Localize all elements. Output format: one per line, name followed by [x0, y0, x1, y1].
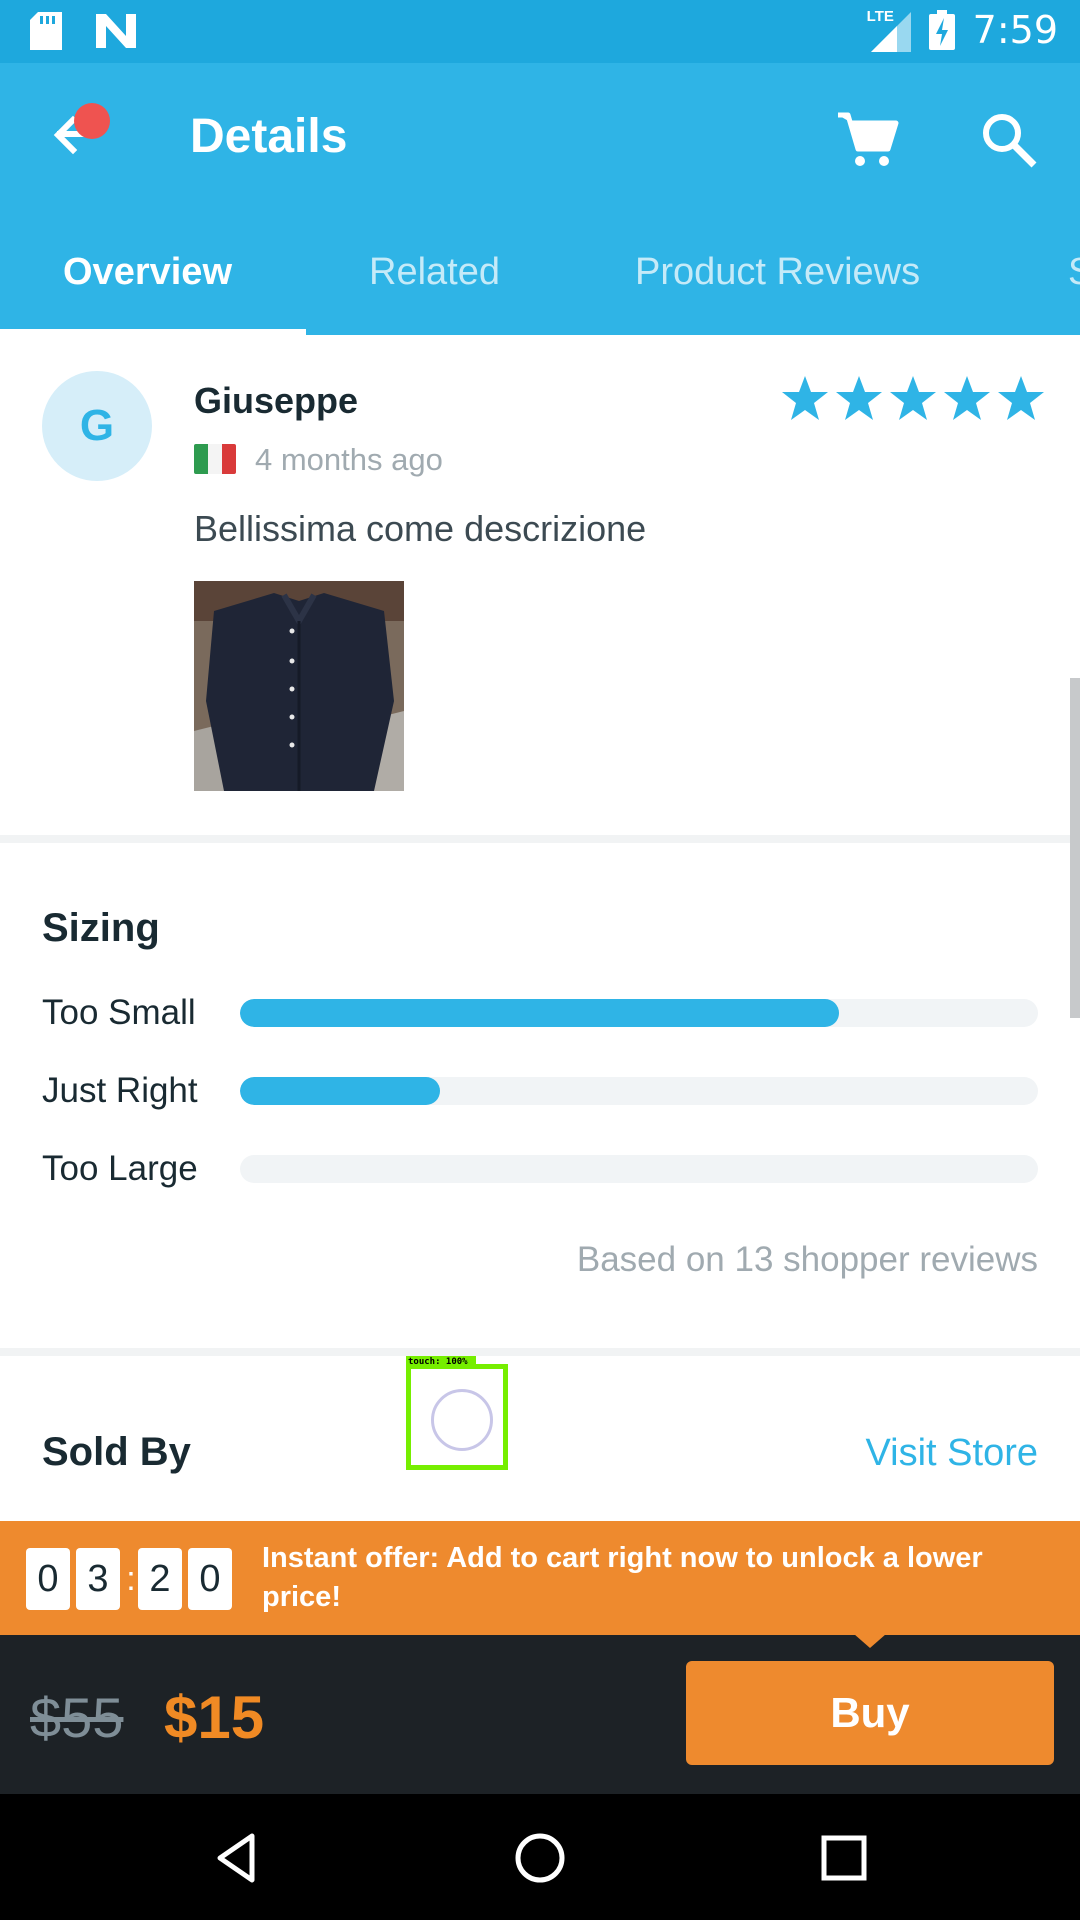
star-icon	[944, 376, 990, 420]
notification-dot	[74, 103, 110, 139]
size-label: Too Large	[42, 1149, 198, 1188]
tab-partial[interactable]: S	[1068, 251, 1080, 294]
app-bar: Details	[0, 63, 1080, 213]
shirt-image	[194, 581, 404, 791]
sd-card-icon	[30, 12, 62, 50]
tab-overview[interactable]: Overview	[63, 251, 232, 294]
size-label: Just Right	[42, 1071, 198, 1110]
signal-icon: LTE	[867, 8, 911, 52]
size-bar-track	[240, 1155, 1038, 1183]
status-bar: LTE 7:59	[0, 0, 1080, 63]
timer-digit: 3	[76, 1548, 120, 1610]
star-rating	[780, 374, 1046, 424]
system-nav-bar	[0, 1794, 1080, 1920]
star-icon	[836, 376, 882, 420]
tab-bar: Overview Related Product Reviews S	[0, 213, 1080, 335]
battery-charging-icon	[928, 10, 955, 50]
size-label: Too Small	[42, 993, 196, 1032]
avatar: G	[42, 371, 152, 481]
nav-recents-button[interactable]	[812, 1826, 876, 1890]
section-divider	[0, 1348, 1080, 1356]
sale-price: $15	[164, 1684, 265, 1751]
cart-icon	[838, 112, 899, 166]
sizing-title: Sizing	[42, 906, 160, 950]
tab-product-reviews[interactable]: Product Reviews	[635, 251, 920, 294]
buy-button[interactable]: Buy	[686, 1661, 1054, 1765]
countdown-timer: 0 3 : 2 0	[26, 1548, 238, 1610]
offer-text: Instant offer: Add to cart right now to …	[262, 1542, 983, 1613]
touch-indicator	[406, 1364, 508, 1470]
nav-home-icon	[515, 1833, 565, 1883]
review-text: Bellissima come descrizione	[194, 508, 647, 549]
star-icon	[782, 376, 828, 420]
star-icon	[998, 376, 1044, 420]
search-button[interactable]	[976, 107, 1042, 173]
scrollbar[interactable]	[1070, 678, 1080, 1018]
reviews-count-note: Based on 13 shopper reviews	[576, 1240, 1038, 1279]
timer-separator: :	[126, 1559, 136, 1598]
tab-indicator	[0, 329, 306, 335]
italy-flag-icon	[194, 444, 236, 474]
size-row-too-small: Too Small	[42, 993, 1038, 1033]
nav-back-button[interactable]	[206, 1826, 270, 1890]
original-price: $55	[30, 1686, 124, 1749]
visit-store-link[interactable]: Visit Store	[866, 1432, 1038, 1475]
size-bar-track	[240, 1077, 1038, 1105]
timer-digit: 2	[138, 1548, 182, 1610]
tab-related[interactable]: Related	[369, 251, 500, 294]
page-title: Details	[190, 110, 348, 163]
cart-button[interactable]	[834, 107, 900, 173]
size-row-just-right: Just Right	[42, 1071, 1038, 1111]
n-app-icon	[96, 14, 136, 48]
star-icon	[890, 376, 936, 420]
section-divider	[0, 835, 1080, 843]
review-time: 4 months ago	[255, 442, 443, 477]
nav-home-button[interactable]	[508, 1826, 572, 1890]
status-time: 7:59	[972, 8, 1058, 52]
reviewer-name: Giuseppe	[194, 380, 359, 421]
offer-pointer	[854, 1634, 886, 1648]
review-photo[interactable]	[194, 581, 404, 791]
size-bar-track	[240, 999, 1038, 1027]
instant-offer-banner[interactable]: 0 3 : 2 0 Instant offer: Add to cart rig…	[0, 1521, 1080, 1635]
size-bar-fill	[240, 1077, 440, 1105]
touch-circle	[431, 1389, 493, 1451]
nav-recents-icon	[821, 1835, 867, 1881]
size-row-too-large: Too Large	[42, 1149, 1038, 1189]
timer-digit: 0	[26, 1548, 70, 1610]
search-icon	[983, 114, 1037, 168]
timer-digit: 0	[188, 1548, 232, 1610]
buy-bar: $55 $15 Buy	[0, 1635, 1080, 1794]
sold-by-title: Sold By	[42, 1430, 191, 1474]
nav-back-icon	[217, 1833, 255, 1883]
size-bar-fill	[240, 999, 839, 1027]
